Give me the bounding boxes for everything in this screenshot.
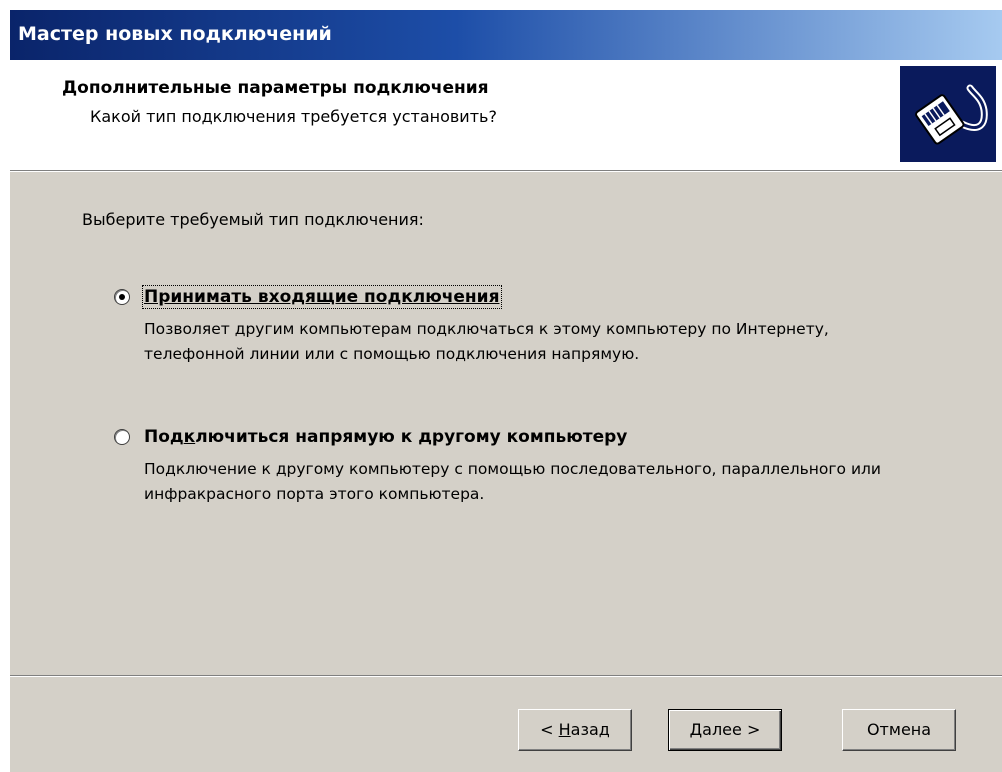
connection-type-prompt: Выберите требуемый тип подключения: [82, 210, 424, 229]
option-connect-direct-description: Подключение к другому компьютеру с помощ… [144, 460, 881, 503]
radio-accept-incoming[interactable] [114, 289, 130, 305]
wizard-header: Дополнительные параметры подключения Как… [10, 60, 1002, 170]
back-button-accelerator: Н [558, 720, 571, 739]
window-title: Мастер новых подключений [18, 23, 332, 45]
next-button-accelerator: Д [689, 720, 703, 739]
option-accept-incoming-description: Позволяет другим компьютерам подключатьс… [144, 320, 829, 363]
option-connect-direct-label-part2: лючиться напрямую к другому компьютеру [195, 427, 628, 447]
wizard-window: Мастер новых подключений Дополнительные … [0, 0, 1002, 772]
page-title: Дополнительные параметры подключения [62, 78, 489, 98]
option-connect-direct-accelerator: к [183, 427, 196, 447]
network-plug-icon [900, 66, 996, 162]
back-button-label: азад [570, 720, 610, 739]
cancel-button[interactable]: Отмена [842, 709, 956, 751]
option-connect-direct-label-part1: Под [144, 427, 184, 447]
title-bar[interactable]: Мастер новых подключений [10, 10, 1002, 60]
option-accept-incoming-label[interactable]: Принимать входящие подключения [142, 285, 502, 309]
wizard-body: Выберите требуемый тип подключения: Прин… [10, 172, 1002, 772]
radio-connect-direct[interactable] [114, 429, 130, 445]
button-divider [10, 675, 1002, 677]
page-subtitle: Какой тип подключения требуется установи… [90, 107, 497, 126]
back-button-prefix: < [540, 720, 559, 739]
option-connect-direct-label[interactable]: Подключиться напрямую к другому компьюте… [144, 427, 627, 447]
next-button[interactable]: Далее > [668, 709, 782, 751]
back-button[interactable]: < Назад [518, 709, 632, 751]
next-button-label: алее > [702, 720, 761, 739]
